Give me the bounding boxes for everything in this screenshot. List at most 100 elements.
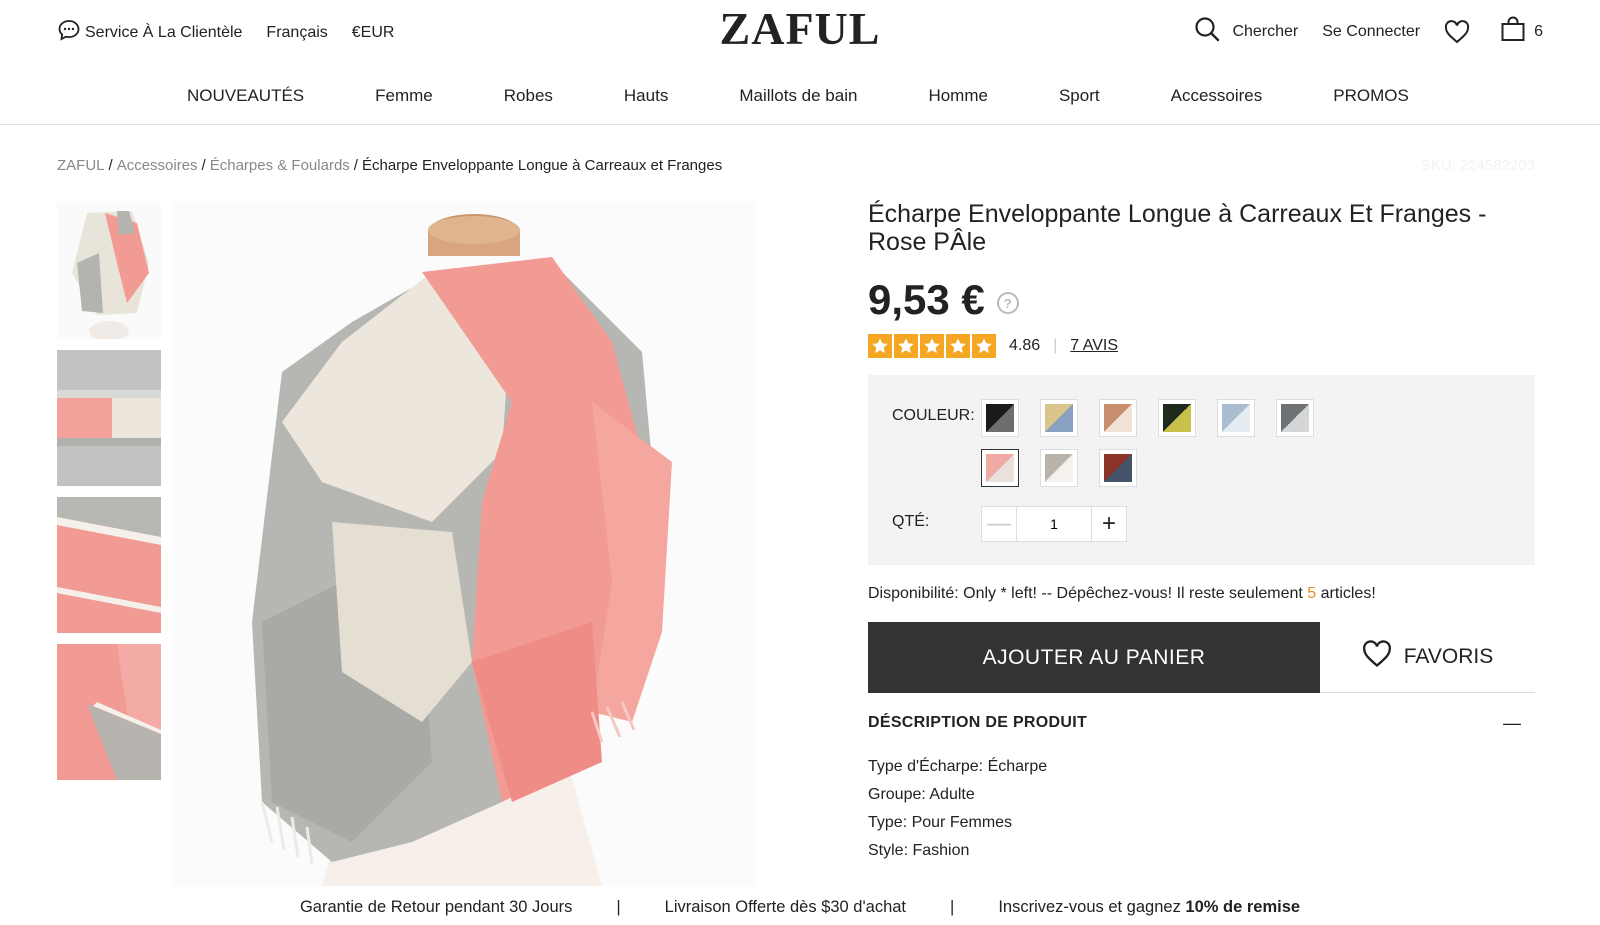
availability-text: Disponibilité: Only * left! -- Dépêchez-… xyxy=(868,585,1535,603)
rating-stars xyxy=(868,334,996,358)
signup-prefix: Inscrivez-vous et gagnez xyxy=(998,898,1186,916)
color-swatches xyxy=(981,399,1341,487)
color-swatch-beige[interactable] xyxy=(1040,449,1078,487)
login-link[interactable]: Se Connecter xyxy=(1322,23,1420,41)
color-swatch-yellow-gray[interactable] xyxy=(1040,399,1078,437)
thumbnail-gallery xyxy=(57,203,161,791)
top-utility-bar: Service À La Clientèle Français €EUR ZAF… xyxy=(0,0,1600,64)
topbar-right: Chercher Se Connecter 6 xyxy=(1194,16,1543,47)
product-title: Écharpe Enveloppante Longue à Carreaux E… xyxy=(868,200,1487,256)
cart-count: 6 xyxy=(1534,22,1543,40)
footer-separator: | xyxy=(616,898,621,916)
thumbnail-1[interactable] xyxy=(57,203,161,339)
color-swatch-pink[interactable] xyxy=(981,449,1019,487)
search-label: Chercher xyxy=(1232,22,1299,40)
color-swatch-black[interactable] xyxy=(981,399,1019,437)
color-swatch-blue-gray[interactable] xyxy=(1217,399,1255,437)
reviews-link[interactable]: 7 AVIS xyxy=(1070,337,1118,355)
nav-item-sport[interactable]: Sport xyxy=(1059,86,1100,106)
swatch-image xyxy=(986,404,1014,432)
description-list: Type d'Écharpe: Écharpe Groupe: Adulte T… xyxy=(868,753,1535,865)
favorite-label: FAVORIS xyxy=(1403,645,1494,668)
thumbnail-4[interactable] xyxy=(57,644,161,780)
breadcrumb-link-accessoires[interactable]: Accessoires xyxy=(117,157,198,174)
star-icon xyxy=(894,334,918,358)
color-label: COULEUR: xyxy=(892,407,975,424)
product-options-box: COULEUR: QTÉ: — + xyxy=(868,375,1535,565)
nav-item-femme[interactable]: Femme xyxy=(375,86,433,106)
star-icon xyxy=(972,334,996,358)
product-info-panel: Écharpe Enveloppante Longue à Carreaux E… xyxy=(868,200,1535,865)
description-title: DÉSCRIPTION DE PRODUIT xyxy=(868,714,1088,731)
product-main-image[interactable] xyxy=(172,202,756,886)
rating-value: 4.86 xyxy=(1009,337,1041,354)
cart-button[interactable]: 6 xyxy=(1500,16,1543,47)
description-item: Groupe: Adulte xyxy=(868,786,975,803)
signup-discount-bold: 10% de remise xyxy=(1185,898,1301,916)
main-navigation: NOUVEAUTÉS Femme Robes Hauts Maillots de… xyxy=(0,64,1600,125)
free-shipping-text: Livraison Offerte dès $30 d'achat xyxy=(664,898,907,916)
swatch-image xyxy=(1163,404,1191,432)
swatch-image xyxy=(1104,454,1132,482)
rating-row: 4.86 | 7 AVIS xyxy=(868,334,1535,358)
availability-suffix: articles! xyxy=(1316,585,1376,602)
heart-icon xyxy=(1362,640,1392,674)
description-item: Style: Fashion xyxy=(868,842,970,859)
swatch-image xyxy=(1104,404,1132,432)
color-swatch-gray[interactable] xyxy=(1276,399,1314,437)
breadcrumb-separator: / xyxy=(201,157,206,174)
star-icon xyxy=(946,334,970,358)
footer-separator: | xyxy=(950,898,955,916)
search-icon xyxy=(1194,16,1220,47)
shopping-bag-icon xyxy=(1500,16,1526,47)
rating-divider: | xyxy=(1053,337,1058,354)
star-icon xyxy=(920,334,944,358)
nav-item-hauts[interactable]: Hauts xyxy=(624,86,668,106)
nav-item-maillots[interactable]: Maillots de bain xyxy=(739,86,857,106)
thumbnail-2[interactable] xyxy=(57,350,161,486)
swatch-image xyxy=(986,454,1014,482)
breadcrumb-link-echarpes[interactable]: Écharpes & Foulards xyxy=(210,157,350,174)
breadcrumb: ZAFUL / Accessoires / Écharpes & Foulards / Éc… xyxy=(57,157,722,174)
nav-item-promos[interactable]: PROMOS xyxy=(1333,86,1409,106)
quantity-decrease-button[interactable]: — xyxy=(981,506,1017,542)
return-guarantee-text: Garantie de Retour pendant 30 Jours xyxy=(299,898,573,916)
description-item: Type: Pour Femmes xyxy=(868,814,1013,831)
nav-item-homme[interactable]: Homme xyxy=(928,86,988,106)
swatch-image xyxy=(1045,404,1073,432)
promo-footer-bar: Garantie de Retour pendant 30 Jours | Livr… xyxy=(0,898,1600,917)
breadcrumb-separator: / xyxy=(108,157,113,174)
star-icon xyxy=(868,334,892,358)
breadcrumb-separator: / xyxy=(353,157,358,174)
purchase-actions: AJOUTER AU PANIER FAVORIS xyxy=(868,622,1535,693)
search-button[interactable]: Chercher xyxy=(1194,16,1298,47)
availability-prefix: Disponibilité: Only * left! -- Dépêchez-… xyxy=(868,585,1308,602)
color-swatch-dark-green[interactable] xyxy=(1158,399,1196,437)
nav-item-accessoires[interactable]: Accessoires xyxy=(1171,86,1263,106)
description-accordion-header[interactable]: DÉSCRIPTION DE PRODUIT — xyxy=(868,693,1535,753)
favorite-button[interactable]: FAVORIS xyxy=(1320,622,1535,693)
main-nav-list: NOUVEAUTÉS Femme Robes Hauts Maillots de… xyxy=(187,86,1409,106)
availability-count: 5 xyxy=(1307,585,1317,602)
nav-item-robes[interactable]: Robes xyxy=(504,86,553,106)
swatch-image xyxy=(1281,404,1309,432)
thumbnail-3[interactable] xyxy=(57,497,161,633)
price-row: 9,53 € ? xyxy=(868,276,1535,324)
description-item: Type d'Écharpe: Écharpe xyxy=(868,758,1048,775)
quantity-stepper: — + xyxy=(981,506,1127,542)
collapse-minus-icon[interactable]: — xyxy=(1503,713,1521,734)
swatch-image xyxy=(1045,454,1073,482)
breadcrumb-current: Écharpe Enveloppante Longue à Carreaux e… xyxy=(361,157,723,174)
color-swatch-tan[interactable] xyxy=(1099,399,1137,437)
quantity-increase-button[interactable]: + xyxy=(1091,506,1127,542)
color-swatch-red-brown[interactable] xyxy=(1099,449,1137,487)
wishlist-heart-icon[interactable] xyxy=(1444,19,1470,44)
quantity-input[interactable] xyxy=(1017,506,1091,542)
signup-discount-link[interactable]: Inscrivez-vous et gagnez 10% de remise xyxy=(998,898,1300,916)
quantity-label: QTÉ: xyxy=(892,513,930,530)
breadcrumb-link-home[interactable]: ZAFUL xyxy=(57,157,105,174)
product-sku: SKU: 224582203 xyxy=(1420,157,1535,174)
nav-item-nouveautes[interactable]: NOUVEAUTÉS xyxy=(187,86,304,106)
add-to-cart-button[interactable]: AJOUTER AU PANIER xyxy=(868,622,1320,693)
help-question-icon[interactable]: ? xyxy=(996,292,1019,314)
